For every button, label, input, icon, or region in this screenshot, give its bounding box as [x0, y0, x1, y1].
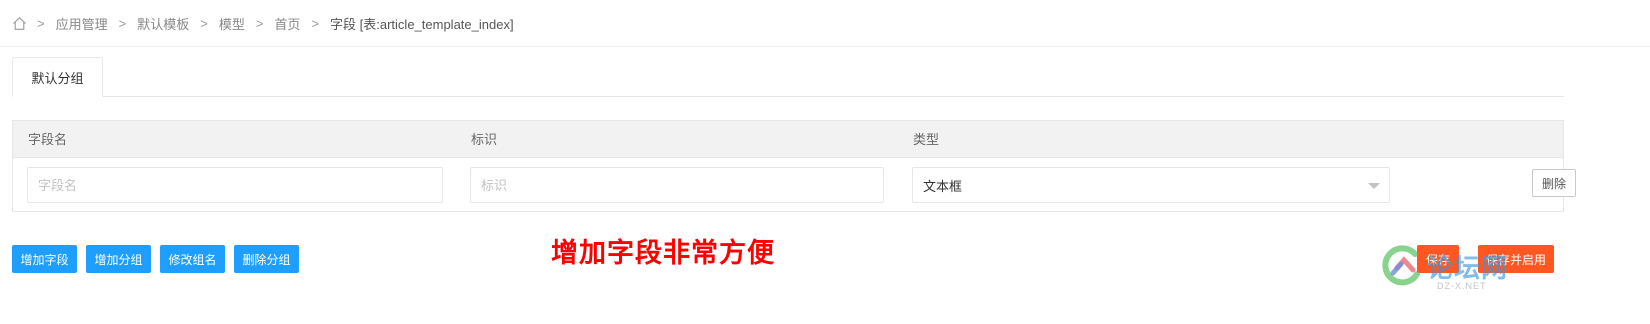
identifier-input[interactable] [470, 167, 884, 203]
watermark-logo-icon [1382, 245, 1420, 286]
field-name-input[interactable] [27, 167, 443, 203]
table-header: 字段名 标识 类型 [13, 121, 1563, 158]
add-group-button[interactable]: 增加分组 [86, 245, 151, 273]
watermark-subtext: DZ-X.NET [1437, 281, 1487, 291]
chevron-down-icon [1368, 183, 1380, 189]
breadcrumb-home[interactable]: 首页 [274, 14, 300, 33]
breadcrumb-separator: > [311, 15, 320, 31]
header-divider [0, 46, 1650, 47]
add-field-button[interactable]: 增加字段 [12, 245, 77, 273]
breadcrumb-model[interactable]: 模型 [219, 14, 245, 33]
table-row: 文本框 删除 [13, 158, 1576, 211]
breadcrumb-app-management[interactable]: 应用管理 [56, 14, 108, 33]
rename-group-button[interactable]: 修改组名 [160, 245, 225, 273]
breadcrumb-default-template[interactable]: 默认模板 [137, 14, 189, 33]
breadcrumb-separator: > [118, 15, 127, 31]
promo-caption: 增加字段非常方便 [551, 238, 775, 269]
type-select-value: 文本框 [923, 178, 963, 194]
breadcrumb-separator: > [255, 15, 264, 31]
watermark: 论坛网 DZ-X.NET [1377, 238, 1557, 298]
breadcrumb-current-fields: 字段 [表:article_template_index] [330, 16, 514, 32]
tab-default-group[interactable]: 默认分组 [12, 57, 103, 97]
delete-group-button[interactable]: 删除分组 [234, 245, 299, 273]
column-header-field-name: 字段名 [28, 132, 68, 147]
delete-row-button[interactable]: 删除 [1532, 169, 1576, 197]
column-header-type: 类型 [913, 132, 940, 147]
watermark-text: 论坛网 [1427, 254, 1509, 284]
column-header-identifier: 标识 [471, 132, 498, 147]
home-icon[interactable] [12, 16, 27, 31]
type-select[interactable]: 文本框 [912, 167, 1390, 203]
breadcrumb: > 应用管理 > 默认模板 > 模型 > 首页 > 字段 [表:article_… [12, 12, 525, 34]
group-tabs: 默认分组 [12, 57, 1564, 97]
breadcrumb-separator: > [200, 15, 208, 31]
breadcrumb-separator: > [37, 15, 45, 31]
fields-table: 字段名 标识 类型 文本框 删除 [12, 120, 1576, 212]
